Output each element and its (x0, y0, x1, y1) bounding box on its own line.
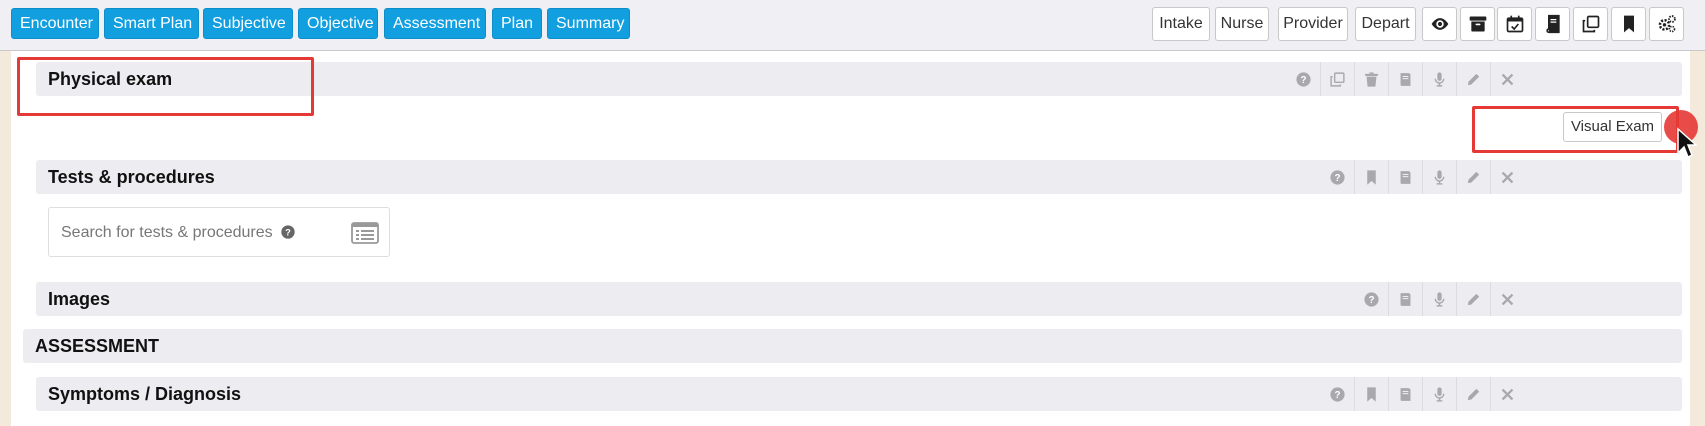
close-icon (1501, 73, 1514, 85)
copy-icon (1582, 15, 1599, 33)
edit-button[interactable] (1456, 282, 1490, 316)
question-circle-icon[interactable]: ? (280, 224, 296, 240)
microphone-button[interactable] (1422, 62, 1456, 96)
edit-button[interactable] (1456, 377, 1490, 411)
mouse-cursor-icon (1677, 127, 1698, 159)
trash-icon (1365, 71, 1378, 87)
close-button[interactable] (1490, 282, 1524, 316)
help-button[interactable]: ? (1320, 377, 1354, 411)
archive-button[interactable] (1460, 7, 1495, 41)
section-title: Symptoms / Diagnosis (48, 384, 242, 404)
copy-button[interactable] (1573, 7, 1608, 41)
tests-search-box: ? (48, 207, 390, 257)
calendar-button[interactable] (1497, 7, 1532, 41)
gears-icon (1658, 15, 1676, 33)
book-button[interactable] (1388, 282, 1422, 316)
tab-plan[interactable]: Plan (492, 8, 542, 39)
assessment-header: ASSESSMENT (23, 329, 1682, 363)
visual-exam-highlight (1472, 106, 1679, 153)
nurse-button[interactable]: Nurse (1215, 7, 1269, 41)
section-symptoms-diagnosis: Symptoms / Diagnosis ? (36, 377, 1682, 411)
microphone-button[interactable] (1422, 282, 1456, 316)
question-circle-icon: ? (1329, 169, 1345, 185)
book-icon (1400, 387, 1411, 401)
provider-button[interactable]: Provider (1278, 7, 1348, 41)
question-circle-icon: ? (1363, 291, 1379, 307)
pencil-icon (1467, 388, 1480, 400)
help-button[interactable]: ? (1286, 62, 1320, 96)
calendar-check-icon (1506, 15, 1523, 33)
tab-summary[interactable]: Summary (547, 8, 630, 39)
physical-exam-highlight (17, 57, 314, 116)
book-icon (1400, 170, 1411, 184)
microphone-icon (1434, 71, 1445, 87)
microphone-icon (1434, 386, 1445, 402)
pencil-icon (1467, 73, 1480, 85)
question-circle-icon: ? (1295, 71, 1311, 87)
close-button[interactable] (1490, 62, 1524, 96)
copy-icon (1330, 71, 1345, 87)
right-margin (1690, 51, 1705, 426)
eye-icon (1431, 18, 1448, 30)
svg-text:?: ? (1334, 390, 1340, 401)
pencil-icon (1467, 171, 1480, 183)
microphone-button[interactable] (1422, 160, 1456, 194)
assessment-title: ASSESSMENT (35, 336, 160, 356)
tab-encounter[interactable]: Encounter (11, 8, 99, 39)
book-icon (1400, 72, 1411, 86)
svg-text:?: ? (1368, 295, 1374, 306)
question-circle-icon: ? (1329, 386, 1345, 402)
bookmark-button[interactable] (1354, 160, 1388, 194)
book-icon (1400, 292, 1411, 306)
close-button[interactable] (1490, 160, 1524, 194)
pencil-icon (1467, 293, 1480, 305)
book-icon (1545, 14, 1560, 34)
archive-icon (1469, 16, 1486, 32)
microphone-icon (1434, 291, 1445, 307)
intake-button[interactable]: Intake (1152, 7, 1210, 41)
eye-button[interactable] (1422, 7, 1457, 41)
bookmark-button[interactable] (1611, 7, 1646, 41)
section-images: Images ? (36, 282, 1682, 316)
close-icon (1501, 171, 1514, 183)
bookmark-icon (1367, 386, 1376, 402)
close-icon (1501, 293, 1514, 305)
book-button[interactable] (1388, 62, 1422, 96)
bookmark-icon (1623, 15, 1634, 33)
book-button[interactable] (1388, 160, 1422, 194)
tab-objective[interactable]: Objective (298, 8, 378, 39)
section-tests-procedures: Tests & procedures ? (36, 160, 1682, 194)
tests-search-input[interactable] (61, 222, 341, 244)
book-button[interactable] (1388, 377, 1422, 411)
edit-button[interactable] (1456, 62, 1490, 96)
list-icon[interactable] (351, 222, 379, 244)
close-button[interactable] (1490, 377, 1524, 411)
bookmark-button[interactable] (1354, 377, 1388, 411)
left-margin (0, 51, 11, 426)
tab-subjective[interactable]: Subjective (203, 8, 293, 39)
svg-text:?: ? (285, 227, 291, 237)
microphone-icon (1434, 169, 1445, 185)
delete-button[interactable] (1354, 62, 1388, 96)
close-icon (1501, 388, 1514, 400)
book-button[interactable] (1535, 7, 1570, 41)
edit-button[interactable] (1456, 160, 1490, 194)
bookmark-icon (1367, 169, 1376, 185)
help-button[interactable]: ? (1354, 282, 1388, 316)
top-toolbar: Encounter Smart Plan Subjective Objectiv… (0, 0, 1705, 51)
tab-assessment[interactable]: Assessment (384, 8, 486, 39)
settings-button[interactable] (1649, 7, 1684, 41)
depart-button[interactable]: Depart (1355, 7, 1416, 41)
svg-text:?: ? (1300, 75, 1306, 86)
section-title: Tests & procedures (48, 167, 215, 187)
section-title: Images (48, 289, 111, 309)
tab-smart-plan[interactable]: Smart Plan (104, 8, 199, 39)
help-button[interactable]: ? (1320, 160, 1354, 194)
microphone-button[interactable] (1422, 377, 1456, 411)
svg-text:?: ? (1334, 173, 1340, 184)
copy-button[interactable] (1320, 62, 1354, 96)
